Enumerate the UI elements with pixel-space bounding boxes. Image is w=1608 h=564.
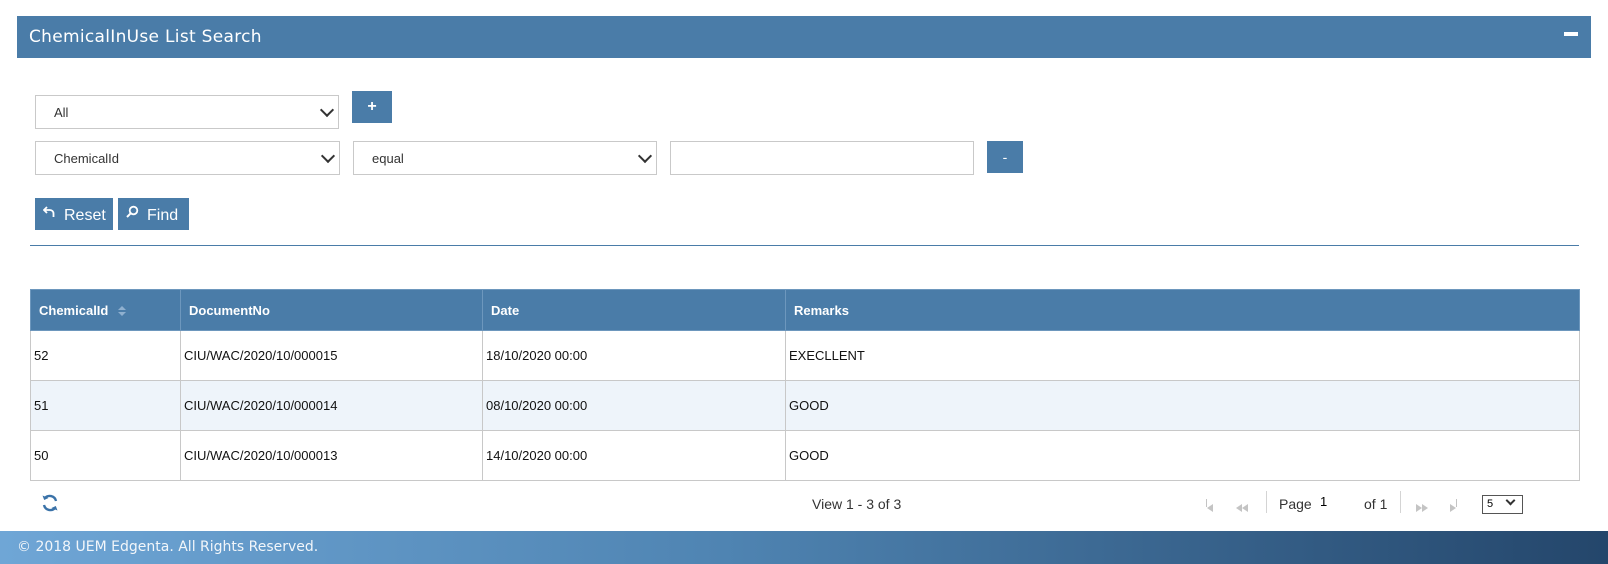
find-button[interactable]: Find xyxy=(118,198,189,230)
add-rule-button[interactable]: + xyxy=(352,91,392,123)
cell-documentno: CIU/WAC/2020/10/000014 xyxy=(180,380,483,431)
copyright-text: © 2018 UEM Edgenta. All Rights Reserved. xyxy=(17,539,319,555)
divider xyxy=(30,245,1579,246)
table-row[interactable]: 51 CIU/WAC/2020/10/000014 08/10/2020 00:… xyxy=(30,380,1580,431)
page-label: Page xyxy=(1279,496,1312,512)
reset-button[interactable]: Reset xyxy=(35,198,113,230)
pager-separator xyxy=(1400,491,1401,513)
operator-select-wrap: equal xyxy=(353,141,657,175)
cell-chemicalid: 50 xyxy=(30,430,181,481)
footer: © 2018 UEM Edgenta. All Rights Reserved. xyxy=(0,531,1608,564)
cell-date: 14/10/2020 00:00 xyxy=(482,430,786,481)
page-total-text: of 1 xyxy=(1364,496,1388,512)
cell-chemicalid: 51 xyxy=(30,380,181,431)
cell-documentno: CIU/WAC/2020/10/000015 xyxy=(180,330,483,381)
page-number-input[interactable] xyxy=(1314,490,1360,512)
results-table: ChemicalId DocumentNo Date Remarks 52 CI… xyxy=(30,289,1580,481)
table-row[interactable]: 50 CIU/WAC/2020/10/000013 14/10/2020 00:… xyxy=(30,430,1580,481)
filter-value-input[interactable] xyxy=(670,141,974,175)
operator-select[interactable]: equal xyxy=(353,141,657,175)
group-select-wrap: All xyxy=(35,95,339,129)
field-select[interactable]: ChemicalId xyxy=(35,141,340,175)
sort-icon[interactable] xyxy=(117,306,126,317)
cell-documentno: CIU/WAC/2020/10/000013 xyxy=(180,430,483,481)
pager: View 1 - 3 of 3 Page of 1 5 xyxy=(30,489,1580,519)
refresh-icon[interactable] xyxy=(40,493,60,513)
next-page-icon[interactable] xyxy=(1416,499,1428,515)
search-icon xyxy=(126,205,139,218)
column-header-documentno[interactable]: DocumentNo xyxy=(180,289,483,331)
table-row[interactable]: 52 CIU/WAC/2020/10/000015 18/10/2020 00:… xyxy=(30,330,1580,381)
rows-per-page-wrap: 5 xyxy=(1482,494,1523,514)
pager-separator xyxy=(1266,491,1267,513)
cell-remarks: EXECLLENT xyxy=(785,330,1580,381)
collapse-icon[interactable] xyxy=(1563,28,1579,42)
group-select[interactable]: All xyxy=(35,95,339,129)
field-select-wrap: ChemicalId xyxy=(35,141,340,175)
column-header-date[interactable]: Date xyxy=(482,289,786,331)
remove-rule-button[interactable]: - xyxy=(987,141,1023,173)
cell-chemicalid: 52 xyxy=(30,330,181,381)
cell-date: 08/10/2020 00:00 xyxy=(482,380,786,431)
column-header-remarks[interactable]: Remarks xyxy=(785,289,1580,331)
cell-remarks: GOOD xyxy=(785,380,1580,431)
table-header-row: ChemicalId DocumentNo Date Remarks xyxy=(30,289,1580,331)
rows-per-page-select[interactable]: 5 xyxy=(1482,494,1523,514)
undo-icon xyxy=(43,206,55,217)
page-title: ChemicalInUse List Search xyxy=(29,27,262,47)
column-header-chemicalid[interactable]: ChemicalId xyxy=(30,289,181,331)
cell-remarks: GOOD xyxy=(785,430,1580,481)
cell-date: 18/10/2020 00:00 xyxy=(482,330,786,381)
panel-header: ChemicalInUse List Search xyxy=(17,16,1591,58)
last-page-icon[interactable] xyxy=(1450,499,1457,515)
prev-page-icon[interactable] xyxy=(1236,499,1248,515)
first-page-icon[interactable] xyxy=(1206,499,1213,515)
view-records-text: View 1 - 3 of 3 xyxy=(812,496,902,512)
